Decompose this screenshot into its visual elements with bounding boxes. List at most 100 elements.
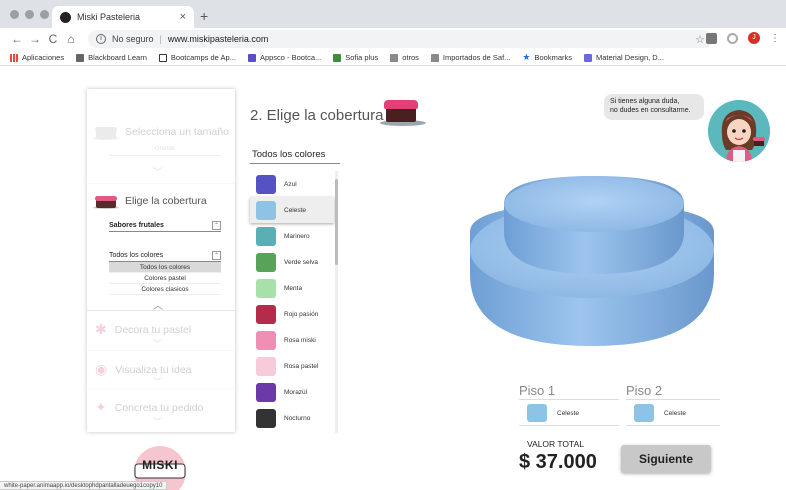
step-topping-title: Elige la cobertura [125, 195, 207, 207]
baker-girl-icon [708, 100, 770, 162]
assistant-avatar[interactable] [708, 100, 770, 162]
color-swatch [256, 304, 276, 324]
floor-1-bottom-divider [519, 425, 619, 426]
size-value: Grande [109, 146, 221, 156]
party-icon: ✦ [95, 399, 107, 415]
flavor-select[interactable]: Sabores frutales ⌃ [109, 220, 221, 232]
sofia-icon [333, 53, 342, 62]
bookmark-star-icon[interactable]: ☆ [695, 33, 705, 46]
floor-2-color[interactable]: Celeste [634, 404, 686, 422]
step-visualize-header: ◉ Visualiza tu idea [95, 361, 192, 378]
floor-1-swatch [527, 404, 547, 422]
chevron-down-icon[interactable]: ﹀ [153, 415, 162, 428]
bootcamp-icon [158, 53, 167, 62]
cake-icon [93, 194, 119, 209]
color-option[interactable]: Menta [250, 275, 334, 301]
dropdown-option[interactable]: Todos los colores [109, 262, 221, 273]
next-button[interactable]: Siguiente [621, 445, 711, 473]
color-option[interactable]: Verde selva [250, 249, 334, 275]
chevron-down-icon[interactable]: ﹀ [153, 337, 162, 350]
step-decorate-header: ✱ Decora tu pastel [95, 321, 191, 338]
step-visualize-title: Visualiza tu idea [115, 363, 192, 376]
color-option[interactable]: Azul [250, 171, 334, 197]
color-filter-dropdown: Todos los colores Colores pastel Colores… [109, 262, 221, 295]
color-option-label: Nocturno [284, 414, 311, 422]
floor-1-color-name: Celeste [557, 409, 580, 417]
bookmark-item[interactable]: Sofia plus [333, 53, 378, 62]
home-icon[interactable]: ⌂ [62, 32, 80, 46]
color-option[interactable]: Rojo pasión [250, 301, 334, 327]
step-visualize[interactable]: ◉ Visualiza tu idea ﹀ [87, 351, 235, 389]
reload-icon[interactable]: C [44, 32, 62, 46]
folder-icon [390, 53, 399, 62]
floor-2-color-name: Celeste [664, 409, 687, 417]
dropdown-option[interactable]: Colores pastel [109, 273, 221, 284]
color-list-scrollbar[interactable] [335, 171, 338, 433]
site-favicon-icon [60, 11, 71, 23]
new-tab-button[interactable]: + [200, 8, 208, 24]
status-bar-url: white-paper.animaapp.io/desktophdpantall… [0, 481, 168, 490]
browser-tab[interactable]: Miski Pasteleria × [52, 6, 194, 28]
color-swatch [256, 174, 276, 194]
color-option[interactable]: Celeste [250, 197, 334, 223]
chevron-up-icon[interactable]: ︿ [153, 297, 163, 312]
color-option[interactable]: Nocturno [250, 405, 334, 431]
bookmark-item[interactable]: Bootcamps de Ap... [158, 53, 236, 62]
chevron-down-icon[interactable]: ﹀ [153, 375, 162, 388]
minimize-window-button[interactable] [25, 10, 34, 19]
extension-icon[interactable] [706, 32, 717, 44]
info-icon[interactable]: i [96, 34, 106, 44]
select-caret-icon: ⌃ [212, 221, 221, 230]
bookmark-label: Importados de Saf... [442, 53, 511, 62]
help-line-1: Si tienes alguna duda, [610, 98, 680, 105]
appsco-icon [247, 53, 256, 62]
step-topping: Elige la cobertura Sabores frutales ⌃ To… [87, 184, 235, 312]
bookmark-item[interactable]: Appsco - Bootca... [247, 53, 322, 62]
color-filter-label: Todos los colores [252, 149, 326, 160]
dropdown-option[interactable]: Colores clasicos [109, 284, 221, 295]
browser-menu-icon[interactable]: ⋮ [770, 33, 780, 44]
color-swatch [256, 408, 276, 428]
color-option[interactable]: Rosa pastel [250, 353, 334, 379]
extension-circle-icon[interactable] [727, 32, 738, 44]
address-bar[interactable]: i No seguro | www.miskipasteleria.com ☆ [88, 30, 713, 48]
bookmark-item[interactable]: Importados de Saf... [430, 53, 511, 62]
security-label: No seguro [112, 34, 154, 44]
step-size[interactable]: Selecciona un tamaño Grande ﹀ [87, 89, 235, 184]
color-option-label: Azul [284, 180, 297, 188]
bookmark-item[interactable]: Blackboard Learn [76, 53, 147, 62]
bookmark-item[interactable]: ★ Bookmarks [522, 52, 572, 63]
window-controls [10, 10, 49, 19]
bookmark-item[interactable]: Material Design, D... [584, 53, 664, 62]
color-option[interactable]: Morazúl [250, 379, 334, 405]
color-filter-select[interactable]: Todos los colores ⌃ [109, 250, 221, 262]
color-option-label: Marinero [284, 232, 310, 240]
bookmark-item[interactable]: otros [390, 53, 419, 62]
color-option[interactable]: Rosa miski [250, 327, 334, 353]
chevron-down-icon[interactable]: ﹀ [153, 165, 162, 178]
floor-1-color[interactable]: Celeste [527, 404, 579, 422]
url-text[interactable]: www.miskipasteleria.com [168, 34, 269, 44]
color-swatch [256, 278, 276, 298]
step-decorate[interactable]: ✱ Decora tu pastel ﹀ [87, 311, 235, 351]
bookmark-item[interactable]: Aplicaciones [10, 53, 64, 62]
color-option[interactable]: Marinero [250, 223, 334, 249]
close-window-button[interactable] [10, 10, 19, 19]
close-tab-icon[interactable]: × [180, 11, 186, 23]
color-option-label: Rojo pasión [284, 310, 319, 318]
bookmark-label: Material Design, D... [596, 53, 664, 62]
floor-2-label: Piso 2 [626, 383, 663, 398]
page-content: Selecciona un tamaño Grande ﹀ Elige la c… [0, 67, 786, 490]
color-swatch [256, 200, 276, 220]
maximize-window-button[interactable] [40, 10, 49, 19]
bookmark-label: Appsco - Bootca... [259, 53, 322, 62]
back-icon[interactable]: ← [8, 32, 26, 46]
forward-icon[interactable]: → [26, 32, 44, 46]
step-order[interactable]: ✦ Concreta tu pedido ﹀ [87, 389, 235, 432]
bookmark-label: Bootcamps de Ap... [170, 53, 236, 62]
scrollbar-thumb[interactable] [335, 179, 338, 265]
bookmark-label: otros [402, 53, 419, 62]
cake-icon [93, 125, 119, 140]
color-swatch [256, 252, 276, 272]
profile-avatar[interactable]: J [748, 32, 760, 44]
